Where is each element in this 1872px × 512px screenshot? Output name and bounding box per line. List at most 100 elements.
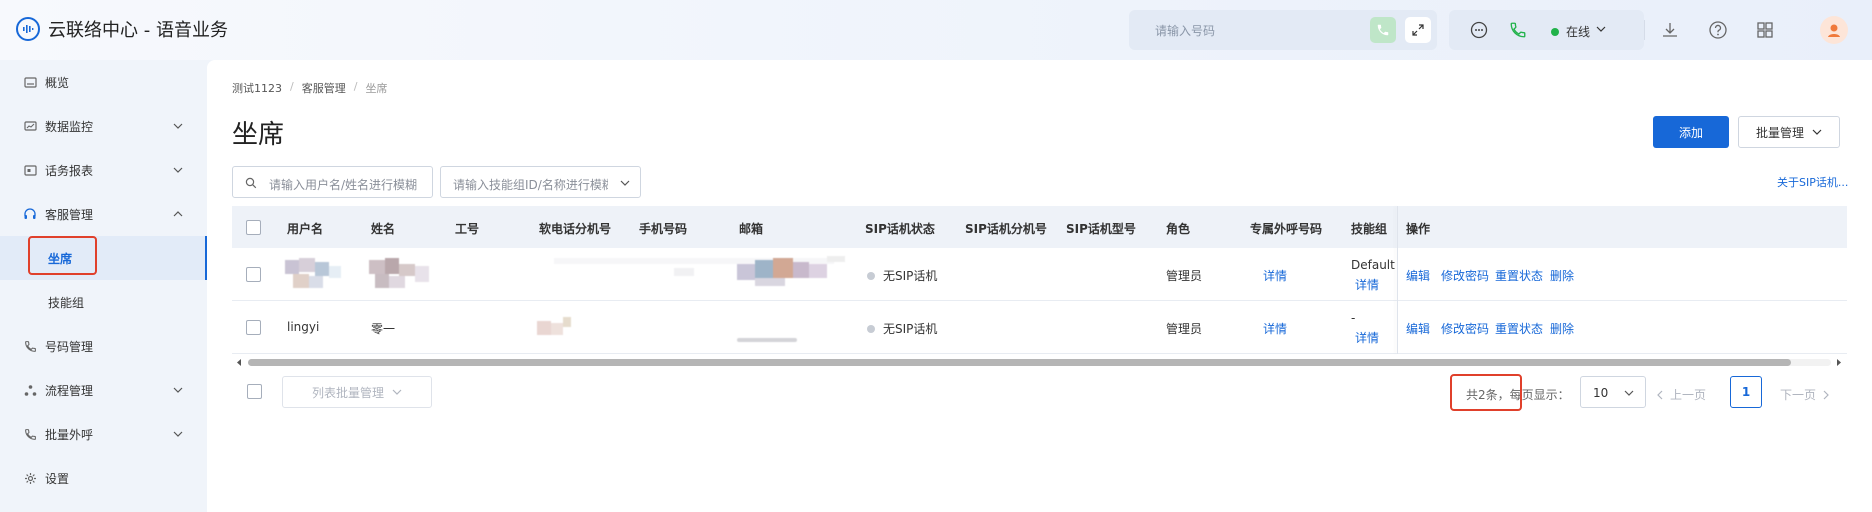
column-header[interactable]: SIP话机分机号: [965, 220, 1047, 237]
skill-detail-link[interactable]: 详情: [1355, 276, 1379, 293]
breadcrumb: 测试1123 / 客服管理 / 坐席: [232, 80, 387, 96]
redacted-email: [737, 333, 797, 342]
select-all-checkbox[interactable]: [246, 220, 261, 235]
username: lingyi: [287, 320, 320, 334]
sidebar-item-settings[interactable]: 设置: [0, 456, 207, 500]
column-header[interactable]: 技能组: [1351, 220, 1387, 237]
apps-grid-icon[interactable]: [1756, 21, 1774, 39]
table-header: 用户名 姓名 工号 软电话分机号 手机号码 邮箱 SIP话机状态 SIP话机分机…: [232, 206, 1847, 248]
breadcrumb-separator: /: [290, 80, 294, 93]
phone-icon: [23, 339, 37, 353]
sidebar-item-label: 批量外呼: [45, 427, 94, 442]
change-password-link[interactable]: 修改密码: [1441, 267, 1489, 284]
username-filter-input[interactable]: 请输入用户名/姓名进行模糊: [232, 166, 433, 198]
about-sip-link[interactable]: 关于SIP话机...: [1777, 174, 1848, 190]
sip-status: 无SIP话机: [883, 322, 938, 336]
chevron-down-icon: [173, 123, 183, 129]
footer-select-all-checkbox[interactable]: [247, 384, 262, 399]
user-avatar[interactable]: [1820, 16, 1848, 44]
batch-manage-button[interactable]: 批量管理: [1738, 116, 1840, 148]
online-status-label[interactable]: 在线: [1566, 23, 1590, 40]
column-header[interactable]: 专属外呼号码: [1250, 220, 1322, 237]
skill-detail-link[interactable]: 详情: [1355, 329, 1379, 346]
page-size-value: 10: [1593, 386, 1609, 400]
edit-link[interactable]: 编辑: [1406, 267, 1430, 284]
phone-icon[interactable]: [1509, 21, 1527, 39]
outbound-detail-link[interactable]: 详情: [1263, 267, 1287, 284]
page-size-select[interactable]: 10: [1580, 376, 1646, 408]
annotation-highlight: [1450, 374, 1522, 411]
row-checkbox[interactable]: [246, 320, 261, 335]
fixed-column-divider: [1397, 206, 1398, 354]
delete-link[interactable]: 删除: [1550, 320, 1574, 337]
horizontal-scrollbar[interactable]: [232, 356, 1847, 368]
scroll-left-icon[interactable]: [235, 358, 243, 367]
sidebar-item-overview[interactable]: 概览: [0, 60, 207, 104]
help-icon[interactable]: [1708, 20, 1728, 40]
column-header[interactable]: SIP话机型号: [1066, 220, 1136, 237]
column-header[interactable]: 手机号码: [639, 220, 687, 237]
redacted-username: [285, 258, 355, 290]
brand: 云联络中心 - 语音业务: [16, 16, 228, 42]
redacted-softphone: [537, 315, 573, 337]
add-button[interactable]: 添加: [1653, 116, 1729, 148]
table-row: lingyi 零一 无SIP话机 管理员 详情 - 详情 编辑 修改密码 重置状…: [232, 301, 1847, 354]
download-icon[interactable]: [1661, 21, 1679, 39]
column-header[interactable]: 邮箱: [739, 220, 763, 237]
chevron-up-icon: [173, 211, 183, 217]
chevron-left-icon: [1657, 390, 1663, 399]
reset-status-link[interactable]: 重置状态: [1495, 267, 1543, 284]
column-header[interactable]: 姓名: [371, 220, 395, 237]
sidebar-item-flow[interactable]: 流程管理: [0, 368, 207, 412]
scroll-right-icon[interactable]: [1835, 358, 1843, 367]
chat-icon[interactable]: [1470, 21, 1488, 39]
reset-status-link[interactable]: 重置状态: [1495, 320, 1543, 337]
column-header[interactable]: 角色: [1166, 220, 1190, 237]
sidebar-item-batch-outbound[interactable]: 批量外呼: [0, 412, 207, 456]
call-button[interactable]: [1370, 17, 1396, 43]
role: 管理员: [1166, 322, 1203, 336]
scrollbar-thumb[interactable]: [248, 359, 1791, 366]
row-checkbox[interactable]: [246, 267, 261, 282]
main-content: 测试1123 / 客服管理 / 坐席 坐席 添加 批量管理 请输入用户名/姓名进…: [207, 60, 1872, 512]
sidebar-item-report[interactable]: 话务报表: [0, 148, 207, 192]
outbound-detail-link[interactable]: 详情: [1263, 320, 1287, 337]
sidebar-item-monitor[interactable]: 数据监控: [0, 104, 207, 148]
breadcrumb-item[interactable]: 客服管理: [302, 80, 346, 96]
chevron-down-icon: [392, 389, 402, 395]
column-header[interactable]: 用户名: [287, 220, 323, 237]
sip-status-dot: [867, 272, 875, 280]
skill-group-filter-select[interactable]: 请输入技能组ID/名称进行模糊: [440, 166, 641, 198]
prev-page-button[interactable]: 上一页: [1656, 386, 1706, 403]
next-page-button[interactable]: 下一页: [1780, 386, 1830, 403]
list-batch-manage-label: 列表批量管理: [311, 385, 384, 400]
redacted-email: [737, 254, 847, 288]
sidebar-item-label: 技能组: [48, 295, 85, 310]
column-header[interactable]: 工号: [455, 220, 479, 237]
sidebar-item-label: 设置: [45, 471, 70, 486]
column-header[interactable]: 操作: [1406, 220, 1430, 237]
sidebar-item-number-management[interactable]: 号码管理: [0, 324, 207, 368]
edit-link[interactable]: 编辑: [1406, 320, 1430, 337]
delete-link[interactable]: 删除: [1550, 267, 1574, 284]
current-page-button[interactable]: 1: [1730, 376, 1762, 408]
sidebar-item-label: 号码管理: [45, 339, 94, 354]
breadcrumb-item[interactable]: 测试1123: [232, 80, 282, 96]
chevron-down-icon[interactable]: [1596, 24, 1606, 34]
sidebar-item-skill-group[interactable]: 技能组: [0, 280, 207, 324]
sidebar-item-label: 客服管理: [45, 207, 94, 222]
redacted-name: [369, 258, 441, 290]
expand-button[interactable]: [1405, 17, 1431, 43]
skill-group-name: Default: [1351, 258, 1395, 272]
sidebar-item-label: 流程管理: [45, 383, 94, 398]
column-header[interactable]: 软电话分机号: [539, 220, 611, 237]
chevron-down-icon: [173, 167, 183, 173]
column-header[interactable]: SIP话机状态: [865, 220, 935, 237]
sidebar-item-label: 话务报表: [45, 163, 94, 178]
gear-icon: [23, 471, 37, 485]
change-password-link[interactable]: 修改密码: [1441, 320, 1489, 337]
sidebar-item-customer-service[interactable]: 客服管理: [0, 192, 207, 236]
sidebar-item-label: 概览: [45, 75, 70, 90]
list-batch-manage-select[interactable]: 列表批量管理: [282, 376, 432, 408]
headset-icon: [23, 207, 37, 221]
